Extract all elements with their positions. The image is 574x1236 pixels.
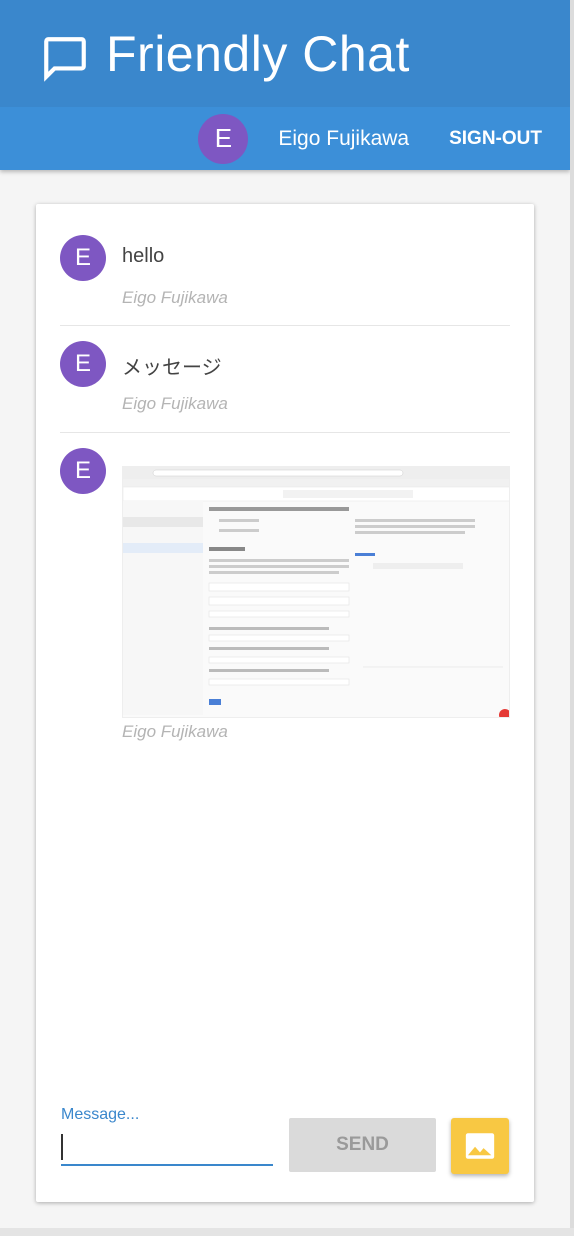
message-divider <box>60 432 510 433</box>
message-text: メッセージ <box>122 357 222 379</box>
message-text: hello <box>122 245 165 267</box>
user-bar: E Eigo Fujikawa SIGN-OUT <box>0 107 570 170</box>
user-name: Eigo Fujikawa <box>278 126 410 150</box>
message-image[interactable] <box>122 466 510 718</box>
send-button[interactable]: SEND <box>289 1118 436 1172</box>
image-upload-button[interactable] <box>451 1118 509 1174</box>
message-author: Eigo Fujikawa <box>122 288 228 307</box>
user-avatar: E <box>198 113 249 164</box>
message-input[interactable] <box>61 1128 273 1166</box>
message-author: Eigo Fujikawa <box>122 722 228 741</box>
text-cursor <box>61 1134 63 1160</box>
message-avatar: E <box>60 448 106 494</box>
message-item: E Eigo Fujikawa <box>60 448 510 741</box>
chat-icon <box>44 36 86 82</box>
messages-card: E hello Eigo Fujikawa E メッセージ Eigo Fujik… <box>36 204 534 1202</box>
message-item: E hello Eigo Fujikawa <box>60 235 510 315</box>
sign-out-button[interactable]: SIGN-OUT <box>449 128 542 150</box>
message-avatar: E <box>60 235 106 281</box>
app-title: Friendly Chat <box>106 25 410 82</box>
browser-screenshot-image <box>123 467 509 717</box>
message-avatar: E <box>60 341 106 387</box>
bottom-edge <box>0 1228 574 1236</box>
app-header: Friendly Chat E Eigo Fujikawa SIGN-OUT <box>0 0 570 170</box>
message-label: Message... <box>61 1106 140 1123</box>
header-title-bar: Friendly Chat <box>0 0 570 107</box>
message-item: E メッセージ Eigo Fujikawa <box>60 341 510 421</box>
message-author: Eigo Fujikawa <box>122 394 228 413</box>
message-divider <box>60 325 510 326</box>
image-icon <box>465 1133 495 1159</box>
scrollbar-track[interactable] <box>570 0 574 1236</box>
